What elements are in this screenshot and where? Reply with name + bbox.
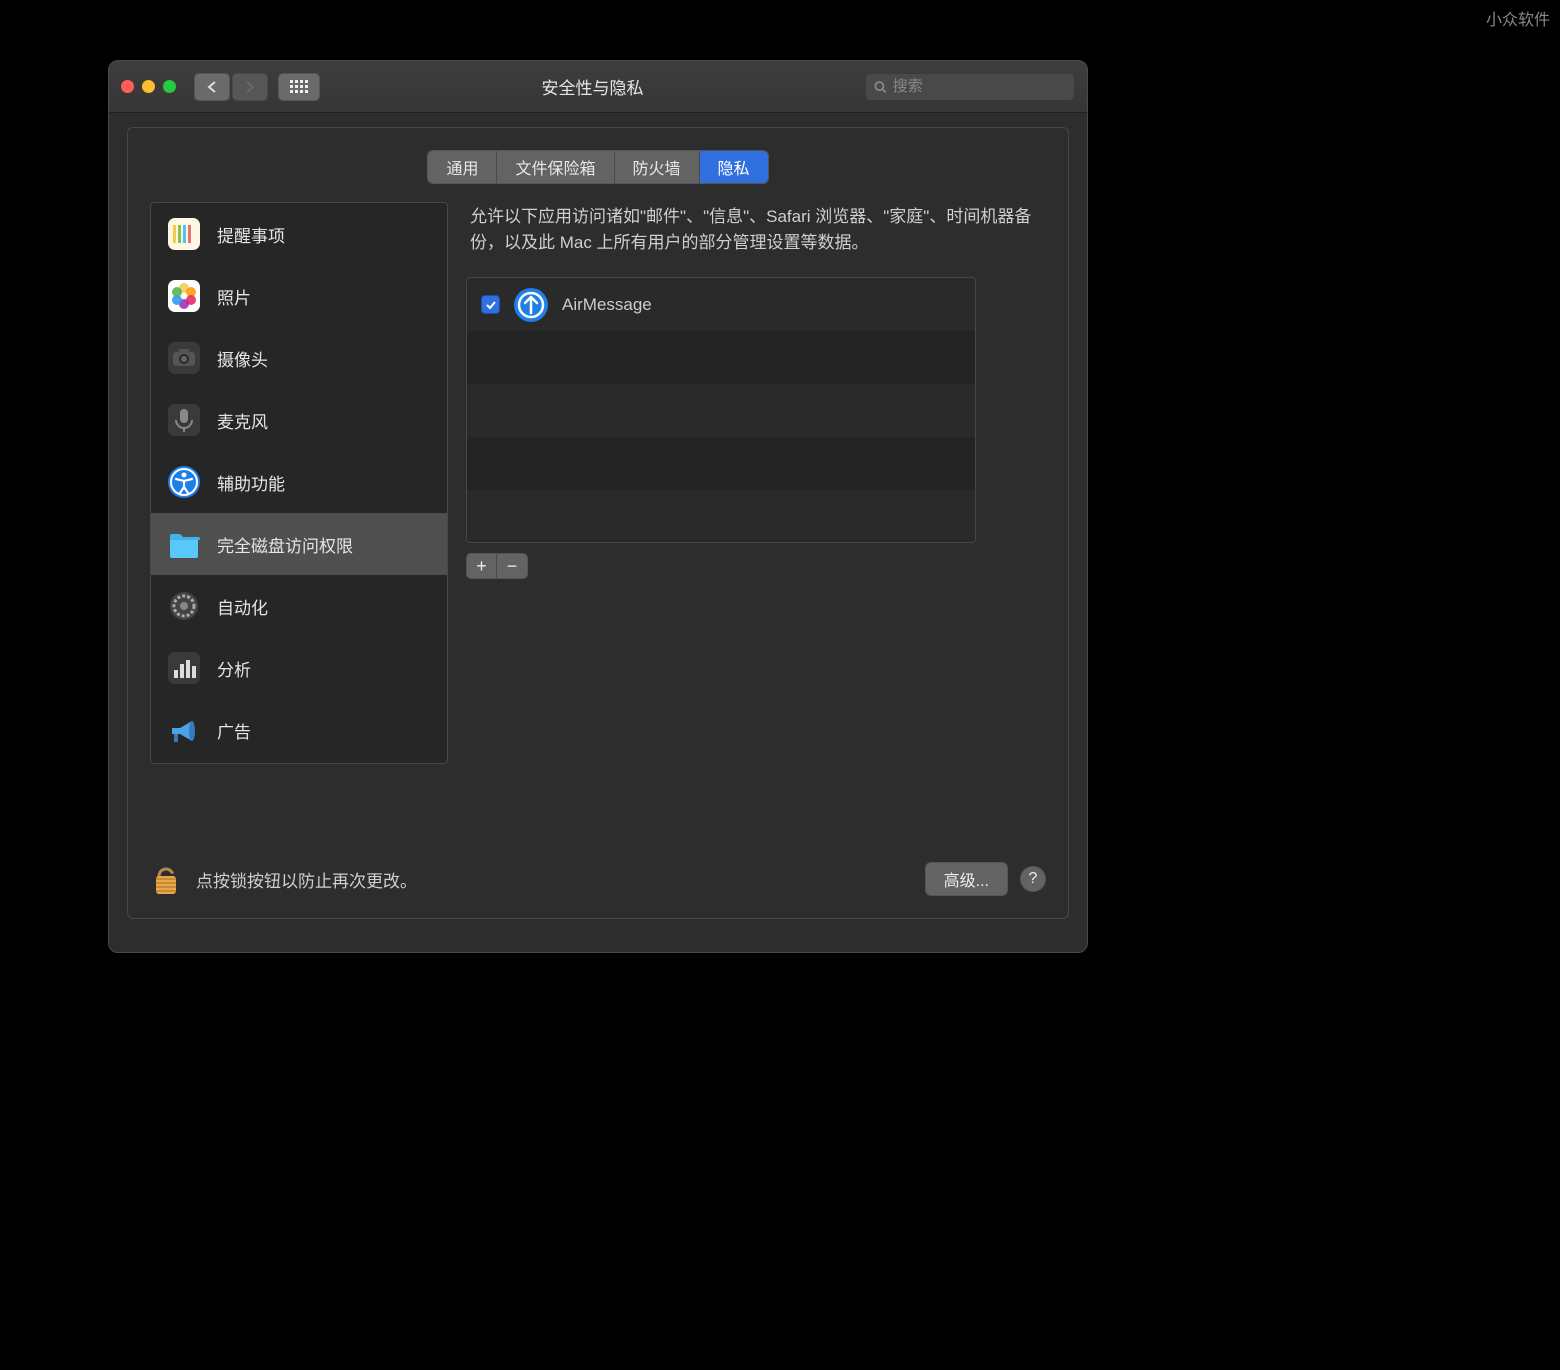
app-row-empty [467,437,975,490]
sidebar-item-label: 麦克风 [217,408,268,433]
app-row-empty [467,384,975,437]
zoom-button[interactable] [163,80,176,93]
sidebar-item-full-disk-access[interactable]: 完全磁盘访问权限 [151,513,447,575]
ads-icon [165,711,203,749]
search-field[interactable] [865,73,1075,101]
privacy-content: 提醒事项 照片 摄像头 [150,202,1046,764]
tab-firewall[interactable]: 防火墙 [615,151,700,183]
sidebar-item-label: 提醒事项 [217,222,285,247]
sidebar-item-camera[interactable]: 摄像头 [151,327,447,389]
reminders-icon [165,215,203,253]
nav-buttons [194,73,268,101]
footer: 点按锁按钮以防止再次更改。 高级... ? [150,858,1046,900]
sidebar-item-automation[interactable]: 自动化 [151,575,447,637]
app-name: AirMessage [562,295,652,315]
forward-button[interactable] [232,73,268,101]
sidebar-item-photos[interactable]: 照片 [151,265,447,327]
tab-bar: 通用 文件保险箱 防火墙 隐私 [128,150,1068,184]
watermark-text: 小众软件 [1486,6,1550,30]
sidebar-item-label: 完全磁盘访问权限 [217,532,353,557]
sidebar-item-microphone[interactable]: 麦克风 [151,389,447,451]
gear-icon [165,587,203,625]
sidebar-item-label: 摄像头 [217,346,268,371]
sidebar-item-label: 照片 [217,284,251,309]
app-row-empty [467,490,975,543]
add-button[interactable]: + [467,554,497,578]
app-list: AirMessage [466,277,976,543]
app-checkbox[interactable] [481,295,500,314]
lock-text: 点按锁按钮以防止再次更改。 [196,867,417,892]
search-input[interactable] [893,78,1066,95]
folder-icon [165,525,203,563]
sidebar-item-reminders[interactable]: 提醒事项 [151,203,447,265]
lock-icon[interactable] [150,858,182,900]
tab-privacy[interactable]: 隐私 [700,151,768,183]
advanced-button[interactable]: 高级... [925,862,1008,896]
description-text: 允许以下应用访问诸如"邮件"、"信息"、Safari 浏览器、"家庭"、时间机器… [466,202,1046,255]
accessibility-icon [165,463,203,501]
sidebar-item-label: 辅助功能 [217,470,285,495]
remove-button[interactable]: − [497,554,527,578]
airmessage-icon [512,286,550,324]
microphone-icon [165,401,203,439]
sidebar-item-label: 广告 [217,718,251,743]
sidebar-item-analytics[interactable]: 分析 [151,637,447,699]
app-row-empty [467,331,975,384]
lock-area: 点按锁按钮以防止再次更改。 [150,858,417,900]
camera-icon [165,339,203,377]
analytics-icon [165,649,203,687]
tab-group: 通用 文件保险箱 防火墙 隐私 [427,150,768,184]
system-preferences-window: 安全性与隐私 通用 文件保险箱 防火墙 隐私 提醒事项 [108,60,1088,953]
show-all-button[interactable] [278,73,320,101]
back-button[interactable] [194,73,230,101]
photos-icon [165,277,203,315]
detail-pane: 允许以下应用访问诸如"邮件"、"信息"、Safari 浏览器、"家庭"、时间机器… [466,202,1046,764]
app-row[interactable]: AirMessage [467,278,975,331]
sidebar-item-label: 自动化 [217,594,268,619]
sidebar-item-advertising[interactable]: 广告 [151,699,447,761]
preferences-panel: 通用 文件保险箱 防火墙 隐私 提醒事项 照片 [127,127,1069,919]
privacy-sidebar: 提醒事项 照片 摄像头 [150,202,448,764]
minimize-button[interactable] [142,80,155,93]
titlebar: 安全性与隐私 [109,61,1087,113]
traffic-lights [121,80,176,93]
search-icon [874,80,887,94]
window-title: 安全性与隐私 [330,74,855,99]
tab-filevault[interactable]: 文件保险箱 [497,151,614,183]
tab-general[interactable]: 通用 [428,151,497,183]
close-button[interactable] [121,80,134,93]
sidebar-item-accessibility[interactable]: 辅助功能 [151,451,447,513]
sidebar-item-label: 分析 [217,656,251,681]
add-remove-buttons: + − [466,553,528,579]
help-button[interactable]: ? [1020,866,1046,892]
